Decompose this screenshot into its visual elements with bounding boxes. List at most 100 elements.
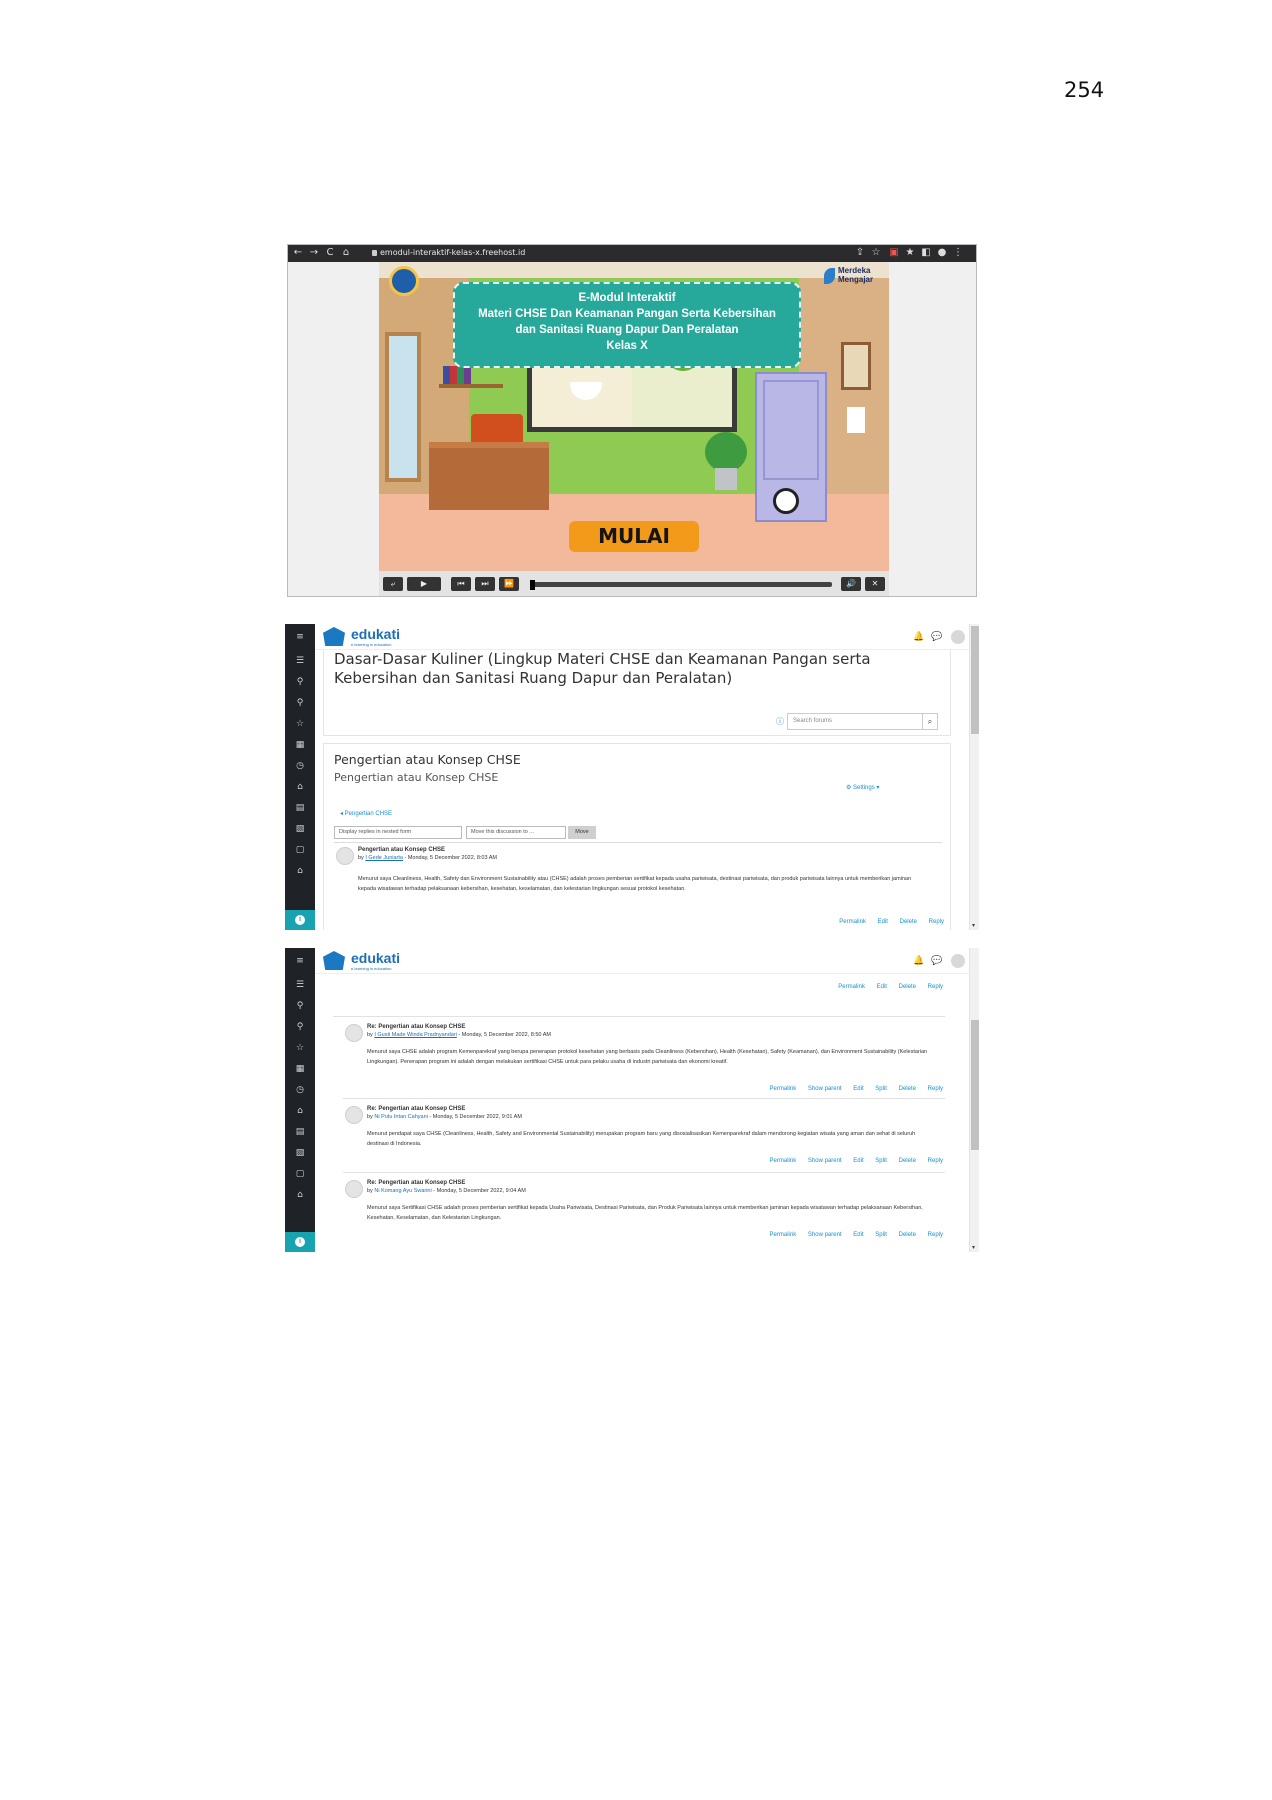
badges-icon[interactable]: ⚲ [294, 697, 306, 709]
search-button[interactable]: ⌕ [923, 713, 938, 730]
home-icon[interactable]: ⌂ [294, 1105, 306, 1117]
user-avatar[interactable] [951, 630, 965, 644]
menu-toggle-icon[interactable]: ≡ [294, 631, 306, 643]
profile-avatar-icon[interactable]: ● [936, 247, 948, 259]
list-icon[interactable]: ☰ [294, 655, 306, 667]
permalink-link[interactable]: Permalink [838, 984, 865, 990]
reply-link[interactable]: Reply [928, 1086, 943, 1092]
permalink-link[interactable]: Permalink [770, 1232, 797, 1238]
star-icon[interactable]: ☆ [294, 718, 306, 730]
info-button[interactable]: i [285, 1232, 315, 1252]
delete-link[interactable]: Delete [899, 1158, 916, 1164]
post-author-link[interactable]: I Gusti Made Winda Pradnyandari [374, 1032, 457, 1038]
split-link[interactable]: Split [875, 1086, 887, 1092]
star-icon[interactable]: ☆ [294, 1042, 306, 1054]
previous-icon[interactable]: ⏮ [451, 577, 471, 591]
user-avatar[interactable] [951, 954, 965, 968]
messages-icon[interactable]: 💬 [931, 631, 943, 643]
calendar-icon[interactable]: ▤ [294, 802, 306, 814]
info-button[interactable]: i [285, 910, 315, 930]
list-icon[interactable]: ☰ [294, 979, 306, 991]
edit-link[interactable]: Edit [877, 984, 887, 990]
edit-link[interactable]: Edit [853, 1158, 863, 1164]
scrollbar-thumb[interactable] [971, 1020, 979, 1150]
move-button[interactable]: Move [568, 826, 596, 839]
show-parent-link[interactable]: Show parent [808, 1086, 842, 1092]
next-icon[interactable]: ⏭ [475, 577, 495, 591]
sidepanel-icon[interactable]: ◧ [920, 247, 932, 259]
address-bar[interactable]: emodul-interaktif-kelas-x.freehost.id [380, 247, 525, 259]
files-icon[interactable]: ▧ [294, 1147, 306, 1159]
grades-icon[interactable]: ▦ [294, 1063, 306, 1075]
edit-link[interactable]: Edit [853, 1232, 863, 1238]
reply-link[interactable]: Reply [929, 919, 944, 925]
scrollbar-thumb[interactable] [971, 626, 979, 734]
files-icon[interactable]: ▧ [294, 823, 306, 835]
reply-link[interactable]: Reply [928, 984, 943, 990]
scrollbar[interactable]: ▾ [969, 624, 979, 930]
badges-icon[interactable]: ⚲ [294, 1021, 306, 1033]
progress-track[interactable] [532, 582, 832, 587]
settings-menu[interactable]: ⚙ Settings ▾ [846, 784, 879, 791]
progress-thumb[interactable] [530, 580, 535, 590]
messages-icon[interactable]: 💬 [931, 955, 943, 967]
share-icon[interactable]: ⇪ [854, 247, 866, 259]
brand-name[interactable]: edukati [351, 950, 400, 966]
post-author-link[interactable]: Ni Komang Ayu Swarini [374, 1188, 431, 1194]
scrollbar[interactable]: ▾ [969, 948, 979, 1252]
permalink-link[interactable]: Permalink [770, 1158, 797, 1164]
brand-name[interactable]: edukati [351, 626, 400, 642]
help-icon[interactable]: ⓘ [776, 716, 784, 727]
move-discussion-select[interactable]: Move this discussion to ... [466, 826, 566, 839]
delete-link[interactable]: Delete [899, 984, 916, 990]
split-link[interactable]: Split [875, 1232, 887, 1238]
show-parent-link[interactable]: Show parent [808, 1158, 842, 1164]
notification-bell-icon[interactable]: 🔔 [913, 631, 925, 643]
grades-icon[interactable]: ▦ [294, 739, 306, 751]
reload-icon[interactable]: C [324, 247, 336, 259]
participants-icon[interactable]: ⚲ [294, 1000, 306, 1012]
home-icon[interactable]: ⌂ [294, 781, 306, 793]
delete-link[interactable]: Delete [899, 1086, 916, 1092]
volume-icon[interactable]: 🔊 [841, 577, 861, 591]
fast-forward-icon[interactable]: ⏩ [499, 577, 519, 591]
search-forums-input[interactable]: Search forums [787, 713, 923, 730]
extension-icon[interactable]: ▣ [888, 247, 900, 259]
display-mode-select[interactable]: Display replies in nested form [334, 826, 462, 839]
reply-link[interactable]: Reply [928, 1232, 943, 1238]
post-author-link[interactable]: Ni Putu Intan Cahyani [374, 1114, 428, 1120]
split-link[interactable]: Split [875, 1158, 887, 1164]
content-bank-icon[interactable]: ▢ [294, 844, 306, 856]
exit-icon[interactable]: ⤶ [383, 577, 403, 591]
courses-icon[interactable]: ⌂ [294, 1189, 306, 1201]
delete-link[interactable]: Delete [900, 919, 917, 925]
bookmark-star-icon[interactable]: ☆ [870, 247, 882, 259]
permalink-link[interactable]: Permalink [770, 1086, 797, 1092]
show-parent-link[interactable]: Show parent [808, 1232, 842, 1238]
edit-link[interactable]: Edit [853, 1086, 863, 1092]
dashboard-icon[interactable]: ◷ [294, 760, 306, 772]
menu-toggle-icon[interactable]: ≡ [294, 955, 306, 967]
back-to-forum-link[interactable]: ◂ Pengertian CHSE [340, 810, 392, 817]
courses-icon[interactable]: ⌂ [294, 865, 306, 877]
calendar-icon[interactable]: ▤ [294, 1126, 306, 1138]
dashboard-icon[interactable]: ◷ [294, 1084, 306, 1096]
post-author-link[interactable]: I Gede Juniarta [365, 855, 403, 861]
delete-link[interactable]: Delete [899, 1232, 916, 1238]
edit-link[interactable]: Edit [878, 919, 888, 925]
notification-bell-icon[interactable]: 🔔 [913, 955, 925, 967]
reply-link[interactable]: Reply [928, 1158, 943, 1164]
extensions-puzzle-icon[interactable]: ★ [904, 247, 916, 259]
participants-icon[interactable]: ⚲ [294, 676, 306, 688]
start-button[interactable]: MULAI [569, 521, 699, 552]
back-icon[interactable]: ← [292, 247, 304, 259]
close-icon[interactable]: ✕ [865, 577, 885, 591]
home-icon[interactable]: ⌂ [340, 247, 352, 259]
content-bank-icon[interactable]: ▢ [294, 1168, 306, 1180]
forward-icon[interactable]: → [308, 247, 320, 259]
browser-menu-icon[interactable]: ⋮ [952, 247, 964, 259]
scroll-down-icon[interactable]: ▾ [972, 922, 975, 929]
play-icon[interactable]: ▶ [407, 577, 441, 591]
permalink-link[interactable]: Permalink [839, 919, 866, 925]
scroll-down-icon[interactable]: ▾ [972, 1244, 975, 1251]
